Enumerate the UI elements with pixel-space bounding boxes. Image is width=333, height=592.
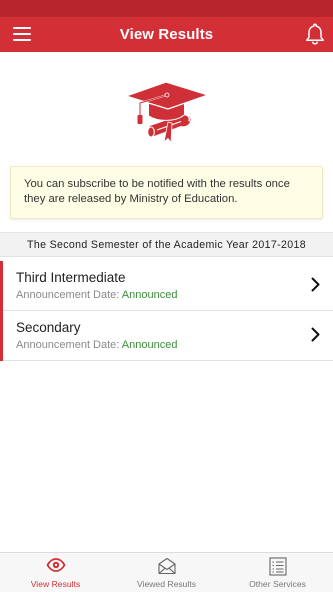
tab-view-results[interactable]: View Results [0,553,111,592]
envelope-icon [157,557,176,575]
bottom-tab-bar: View Results Viewed Results Other Servic… [0,552,333,592]
accent-bar [0,261,3,311]
result-name: Secondary [16,320,81,335]
accent-bar [0,311,3,361]
result-item-third-intermediate[interactable]: Third Intermediate Announcement Date: An… [0,261,333,311]
date-label: Announcement Date: [16,339,122,351]
subscribe-notice: You can subscribe to be notified with th… [10,166,323,219]
hamburger-menu-icon[interactable] [13,27,31,41]
result-item-secondary[interactable]: Secondary Announcement Date: Announced [0,311,333,361]
announcement-date: Announcement Date: Announced [16,289,177,301]
results-list: Third Intermediate Announcement Date: An… [0,261,333,361]
notice-text: You can subscribe to be notified with th… [24,178,290,205]
date-label: Announcement Date: [16,289,122,301]
hero-area [0,52,333,162]
semester-header: The Second Semester of the Academic Year… [0,232,333,257]
tab-other-services[interactable]: Other Services [222,553,333,592]
status-text: Announced [121,289,178,301]
app-bar: View Results [0,17,333,52]
result-name: Third Intermediate [16,270,126,285]
bell-icon[interactable] [304,22,326,46]
chevron-right-icon [311,277,320,292]
tab-label: Other Services [249,579,306,589]
list-icon [268,557,287,576]
tab-viewed-results[interactable]: Viewed Results [111,553,222,592]
page-title: View Results [119,26,214,43]
eye-icon [45,558,66,572]
graduation-cap-diploma-icon [125,81,209,144]
status-text: Announced [121,339,178,351]
status-bar [0,0,333,17]
chevron-right-icon [311,327,320,342]
announcement-date: Announcement Date: Announced [16,339,177,351]
tab-label: Viewed Results [136,579,197,589]
semester-label: The Second Semester of the Academic Year… [27,238,306,251]
tab-label: View Results [30,579,81,589]
